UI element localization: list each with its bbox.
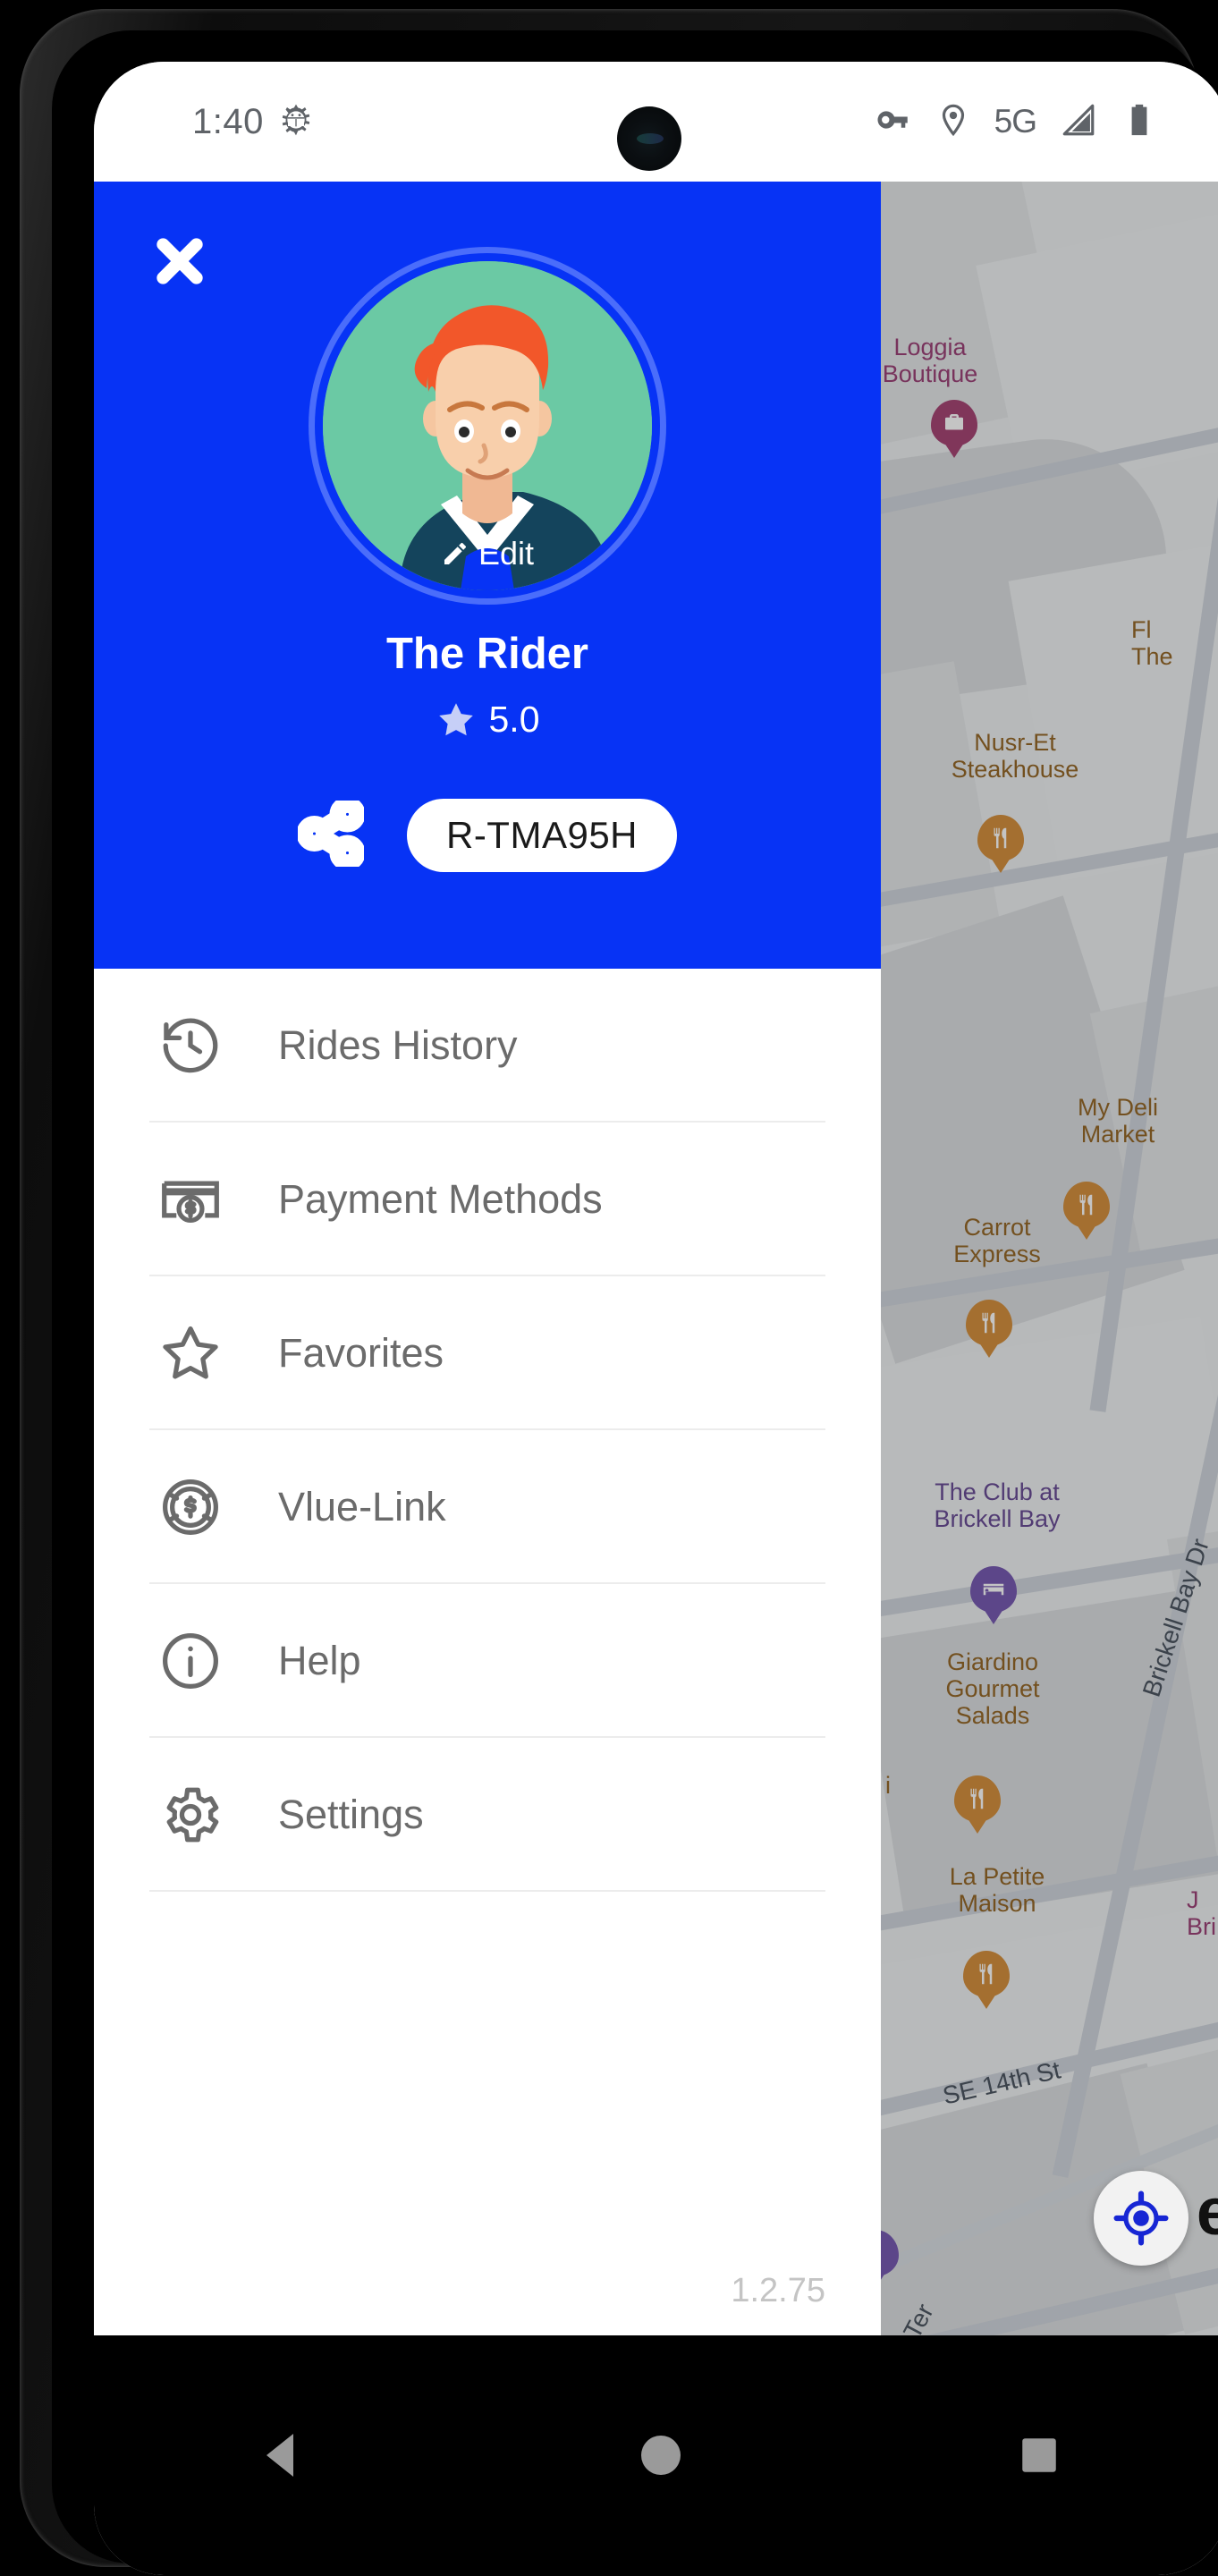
phone-screen: Loggia Boutique Fl The Nusr-Et Steakhous… — [94, 62, 1218, 2575]
phone-bezel: Loggia Boutique Fl The Nusr-Et Steakhous… — [52, 30, 1218, 2575]
menu-item-favorites[interactable]: Favorites — [94, 1276, 881, 1430]
share-icon — [296, 795, 366, 871]
bed-icon — [983, 1583, 1004, 1596]
nav-back-button[interactable] — [229, 2402, 336, 2509]
brand-logo-letter: e — [1196, 2174, 1218, 2249]
edit-avatar-button[interactable]: Edit — [441, 535, 534, 572]
map-pin-restaurant[interactable] — [954, 1775, 1001, 1831]
circle-home-icon — [640, 2436, 681, 2475]
page-title: The Rider — [386, 630, 588, 678]
referral-code[interactable]: R-TMA95H — [406, 799, 678, 872]
map-label: Nusr-Et Steakhouse — [951, 729, 1079, 784]
avatar[interactable]: Edit — [309, 247, 666, 605]
fork-knife-icon — [994, 827, 1007, 849]
fork-knife-icon — [982, 1312, 995, 1334]
map-label: Carrot Express — [953, 1214, 1041, 1268]
android-nav-bar — [94, 2335, 1218, 2575]
phone-frame: Loggia Boutique Fl The Nusr-Et Steakhous… — [20, 9, 1218, 2575]
menu-item-label: Favorites — [278, 1330, 444, 1376]
camera-punch-hole — [617, 106, 681, 171]
menu-item-vlue-link[interactable]: Vlue-Link — [94, 1430, 881, 1584]
menu-item-rides-history[interactable]: Rides History — [94, 969, 881, 1123]
pencil-icon — [444, 542, 466, 564]
map-pin-restaurant[interactable] — [966, 1300, 1012, 1355]
menu-item-label: Rides History — [278, 1022, 518, 1068]
fork-knife-icon — [970, 1788, 984, 1809]
vpn-key-icon — [875, 101, 912, 143]
battery-icon — [1121, 101, 1158, 143]
signal-bars-icon — [1060, 101, 1097, 143]
drawer-menu: Rides History Payment Methods Favorites … — [94, 969, 881, 1892]
credit-card-dollar-icon — [149, 1166, 232, 1233]
map-pin-hotel[interactable] — [970, 1566, 1017, 1622]
nav-home-button[interactable] — [607, 2402, 715, 2509]
map-label: J Bri — [1187, 1886, 1216, 1941]
my-location-icon — [1113, 2190, 1169, 2246]
share-button[interactable] — [296, 795, 366, 871]
triangle-back-icon — [266, 2434, 294, 2477]
map-pin-restaurant[interactable] — [963, 1951, 1010, 2006]
rating-value: 5.0 — [488, 699, 540, 740]
menu-item-help[interactable]: Help — [94, 1584, 881, 1738]
drawer-header: Edit The Rider 5.0 R-TMA95H — [94, 182, 881, 969]
status-bar-right: 5G — [875, 101, 1158, 143]
info-circle-icon — [149, 1628, 232, 1694]
menu-item-label: Vlue-Link — [278, 1484, 446, 1530]
rating-row: 5.0 — [94, 699, 881, 741]
square-recents-icon — [1021, 2438, 1056, 2472]
profile-drawer: Edit The Rider 5.0 R-TMA95H Rides Histor… — [94, 182, 881, 2335]
close-drawer-button[interactable] — [148, 229, 212, 293]
referral-row: R-TMA95H — [94, 795, 881, 872]
map-label: Fl The — [1131, 616, 1173, 671]
briefcase-icon — [945, 414, 963, 430]
map-pin-restaurant[interactable] — [977, 815, 1024, 870]
edit-label: Edit — [478, 535, 535, 572]
map-pin-shop[interactable] — [931, 400, 977, 455]
star-outline-icon — [149, 1320, 232, 1386]
divider — [149, 1890, 825, 1892]
gear-icon — [149, 1782, 232, 1848]
my-location-button[interactable] — [1094, 2171, 1188, 2266]
map-label: La Petite Maison — [949, 1863, 1045, 1918]
coin-dollar-icon — [149, 1474, 232, 1540]
star-icon — [438, 702, 473, 735]
menu-item-label: Settings — [278, 1792, 424, 1837]
network-type-label: 5G — [994, 103, 1037, 140]
android-debug-icon — [278, 102, 314, 142]
clock: 1:40 — [192, 101, 264, 141]
nav-recents-button[interactable] — [985, 2402, 1093, 2509]
map-label: Giardino Gourmet Salads — [945, 1648, 1040, 1730]
menu-item-payment-methods[interactable]: Payment Methods — [94, 1123, 881, 1276]
close-icon — [156, 238, 203, 284]
menu-item-label: Payment Methods — [278, 1176, 603, 1222]
app-version-label: 1.2.75 — [731, 2272, 825, 2309]
fork-knife-icon — [1079, 1194, 1093, 1216]
fork-knife-icon — [979, 1963, 993, 1985]
map-label: My Deli Market — [1077, 1094, 1158, 1148]
location-pin-icon — [935, 102, 971, 142]
map-label: The Club at Brickell Bay — [934, 1479, 1061, 1533]
history-clock-icon — [149, 1013, 232, 1079]
menu-item-settings[interactable]: Settings — [94, 1738, 881, 1892]
menu-item-label: Help — [278, 1638, 361, 1683]
status-bar-left: 1:40 — [192, 102, 314, 142]
